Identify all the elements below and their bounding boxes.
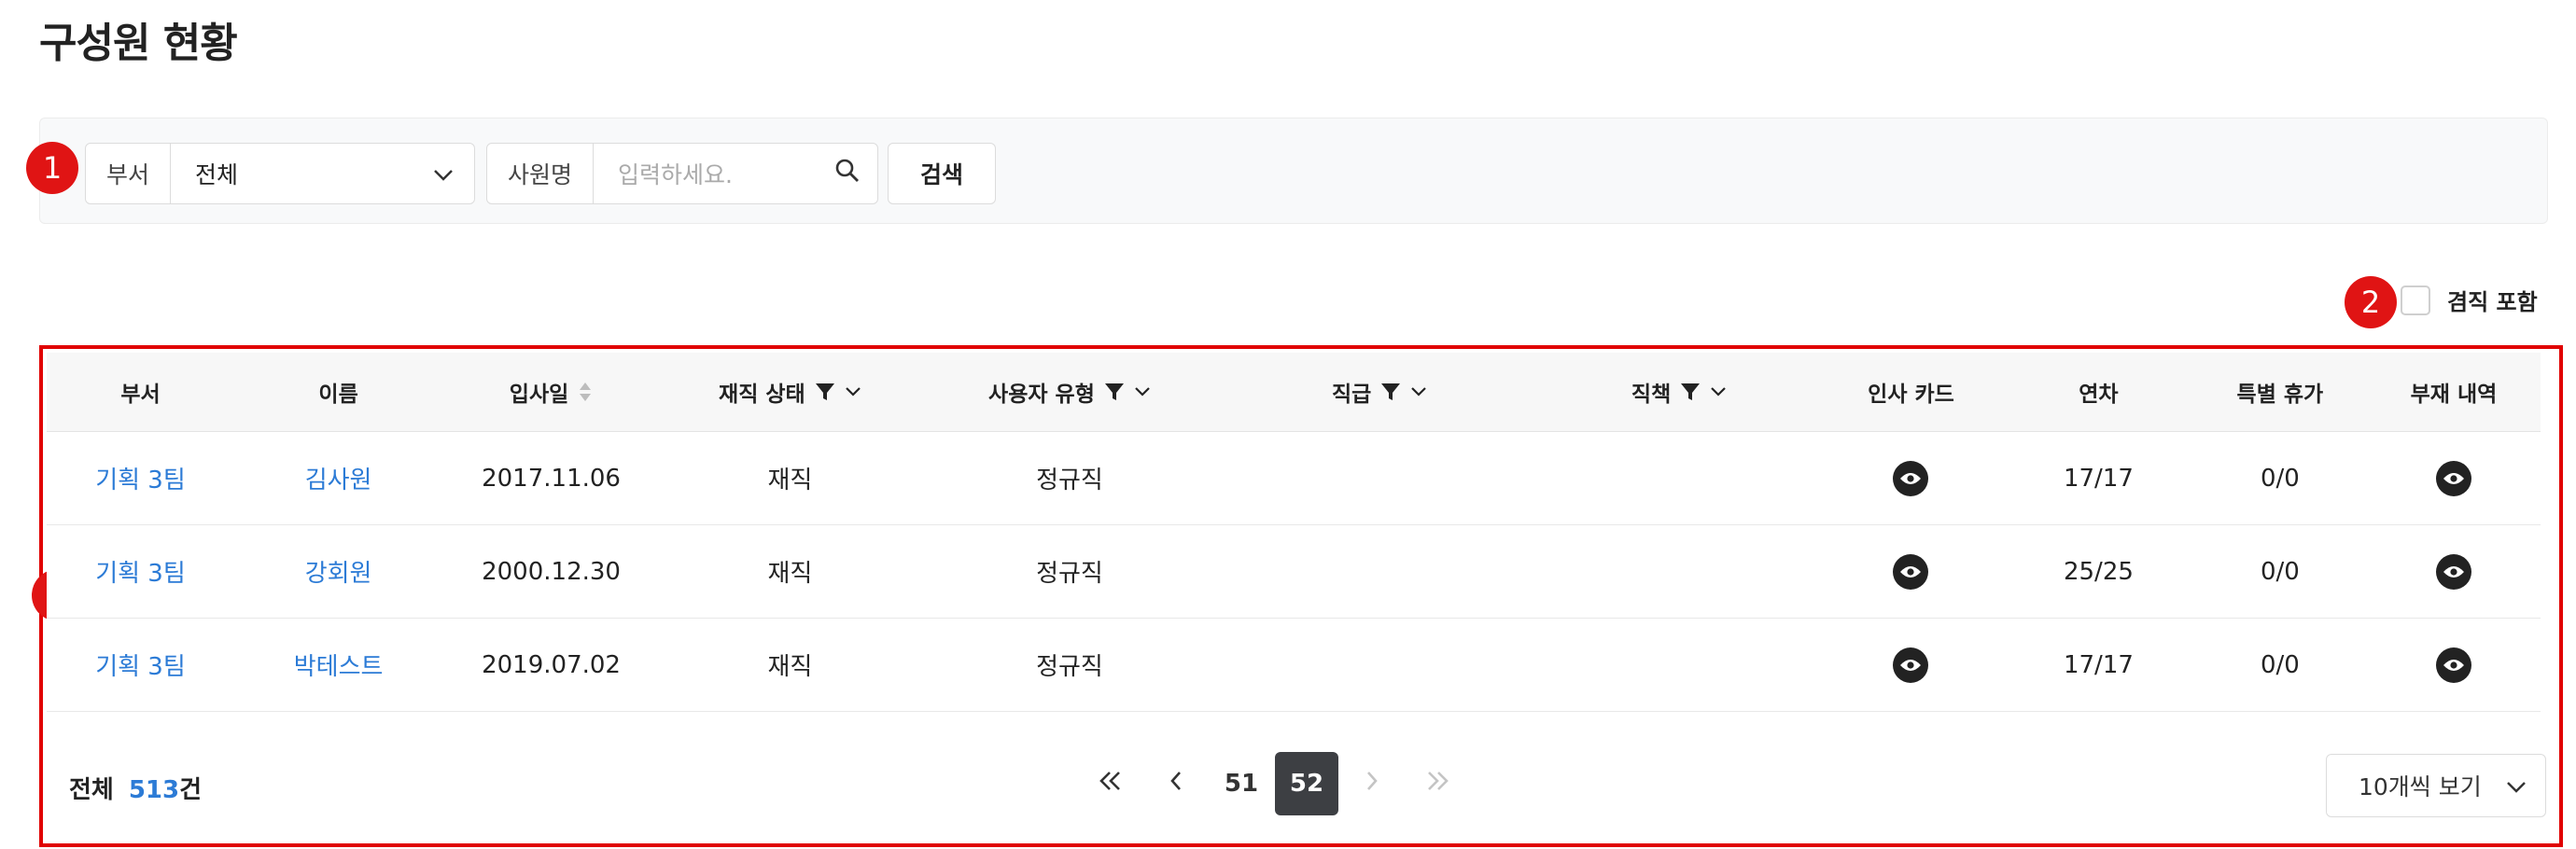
table-header: 부서 이름 입사일 재직 상태 사용자 유형 직급 직책 인사 카드 연차 특별… (47, 353, 2541, 432)
department-filter[interactable]: 부서 전체 (85, 143, 475, 204)
eye-icon[interactable] (1893, 553, 1929, 590)
row-department-link[interactable]: 기획 3팀 (47, 554, 234, 589)
row-name-link[interactable]: 박테스트 (234, 647, 442, 682)
row-special-leave: 0/0 (2260, 464, 2300, 493)
row-status: 재직 (767, 560, 813, 588)
row-special-leave: 0/0 (2260, 557, 2300, 586)
department-select-value: 전체 (195, 161, 239, 188)
row-absence (2367, 460, 2541, 496)
eye-icon[interactable] (2435, 553, 2471, 590)
row-absence (2367, 647, 2541, 683)
chevron-down-icon[interactable] (1134, 386, 1151, 397)
page-size-select[interactable]: 10개씩 보기 (2326, 754, 2546, 817)
header-user-type-label: 사용자 유형 (988, 383, 1095, 407)
header-annual-leave: 연차 (2079, 383, 2119, 407)
department-label: 부서 (86, 144, 172, 203)
next-page-button[interactable] (1340, 752, 1404, 815)
header-status[interactable]: 재직 상태 (660, 376, 920, 408)
filter-icon[interactable] (815, 382, 835, 402)
total-number: 513 (128, 776, 180, 804)
last-page-button[interactable] (1406, 752, 1469, 815)
chevron-down-icon (433, 160, 454, 188)
employee-filter[interactable]: 사원명 입력하세요. (486, 143, 878, 204)
header-rank[interactable]: 직급 (1219, 376, 1540, 408)
page-size-value: 10개씩 보기 (2359, 773, 2482, 800)
row-annual-leave: 17/17 (2063, 650, 2134, 679)
total-prefix: 전체 (69, 776, 114, 804)
page-button[interactable]: 51 (1210, 752, 1273, 815)
header-name: 이름 (318, 383, 358, 407)
header-user-type[interactable]: 사용자 유형 (920, 376, 1219, 408)
row-user-type: 정규직 (1036, 466, 1103, 494)
prev-page-button[interactable] (1144, 752, 1208, 815)
total-suffix: 건 (179, 776, 203, 804)
header-position[interactable]: 직책 (1540, 376, 1818, 408)
first-page-button[interactable] (1079, 752, 1142, 815)
table-row: 기획 3팀 김사원 2017.11.06 재직 정규직 17/17 0/0 (47, 432, 2541, 525)
search-icon[interactable] (834, 158, 861, 189)
chevron-down-icon[interactable] (845, 386, 861, 397)
chevron-left-icon (1169, 770, 1183, 798)
header-join-date-label: 입사일 (509, 383, 569, 407)
header-position-label: 직책 (1631, 383, 1672, 407)
row-annual-leave: 25/25 (2063, 557, 2134, 586)
current-page-button[interactable]: 52 (1275, 752, 1338, 815)
eye-icon[interactable] (1893, 647, 1929, 683)
department-select[interactable]: 전체 (171, 144, 474, 203)
marker-2: 2 (2345, 276, 2397, 328)
row-special-leave: 0/0 (2260, 650, 2300, 679)
double-chevron-right-icon (1425, 770, 1449, 798)
row-join-date: 2017.11.06 (482, 464, 621, 493)
row-absence (2367, 553, 2541, 590)
row-hr-card (1818, 647, 2004, 683)
row-user-type: 정규직 (1036, 560, 1103, 588)
filter-icon[interactable] (1380, 382, 1401, 402)
row-name-link[interactable]: 강회원 (234, 554, 442, 589)
header-hr-card: 인사 카드 (1868, 383, 1954, 407)
members-table: 부서 이름 입사일 재직 상태 사용자 유형 직급 직책 인사 카드 연차 특별… (47, 353, 2541, 712)
total-count: 전체 513건 (69, 771, 202, 805)
eye-icon[interactable] (2435, 460, 2471, 496)
employee-search-placeholder: 입력하세요. (618, 161, 733, 188)
concurrent-label: 겸직 포함 (2447, 289, 2538, 315)
concurrent-checkbox[interactable] (2401, 285, 2430, 315)
header-status-label: 재직 상태 (719, 383, 805, 407)
row-join-date: 2000.12.30 (482, 557, 621, 586)
row-hr-card (1818, 553, 2004, 590)
chevron-down-icon[interactable] (1410, 386, 1427, 397)
double-chevron-left-icon (1099, 770, 1123, 798)
row-status: 재직 (767, 653, 813, 681)
row-annual-leave: 17/17 (2063, 464, 2134, 493)
page-title: 구성원 현황 (39, 20, 238, 67)
header-rank-label: 직급 (1331, 383, 1372, 407)
employee-search-input[interactable]: 입력하세요. (594, 144, 877, 203)
chevron-down-icon (2506, 772, 2527, 800)
header-department: 부서 (120, 383, 161, 407)
table-row: 기획 3팀 박테스트 2019.07.02 재직 정규직 17/17 0/0 (47, 619, 2541, 712)
pagination: 51 52 (1079, 752, 1471, 815)
eye-icon[interactable] (2435, 647, 2471, 683)
marker-1: 1 (26, 142, 78, 194)
row-department-link[interactable]: 기획 3팀 (47, 461, 234, 495)
row-department-link[interactable]: 기획 3팀 (47, 647, 234, 682)
header-special-leave: 특별 휴가 (2236, 383, 2324, 407)
row-user-type: 정규직 (1036, 653, 1103, 681)
filter-icon[interactable] (1680, 382, 1701, 402)
row-join-date: 2019.07.02 (482, 650, 621, 679)
employee-label: 사원명 (487, 144, 595, 203)
filter-icon[interactable] (1104, 382, 1125, 402)
header-join-date[interactable]: 입사일 (442, 376, 660, 408)
chevron-right-icon (1365, 770, 1379, 798)
filter-bar: 부서 전체 사원명 입력하세요. 검색 (39, 118, 2548, 224)
chevron-down-icon[interactable] (1710, 386, 1727, 397)
row-hr-card (1818, 460, 2004, 496)
header-absence: 부재 내역 (2410, 383, 2498, 407)
sort-icon[interactable] (578, 381, 593, 403)
concurrent-option[interactable]: 겸직 포함 (2401, 284, 2538, 316)
search-button[interactable]: 검색 (888, 143, 996, 204)
eye-icon[interactable] (1893, 460, 1929, 496)
table-row: 기획 3팀 강회원 2000.12.30 재직 정규직 25/25 0/0 (47, 525, 2541, 619)
row-name-link[interactable]: 김사원 (234, 461, 442, 495)
row-status: 재직 (767, 466, 813, 494)
